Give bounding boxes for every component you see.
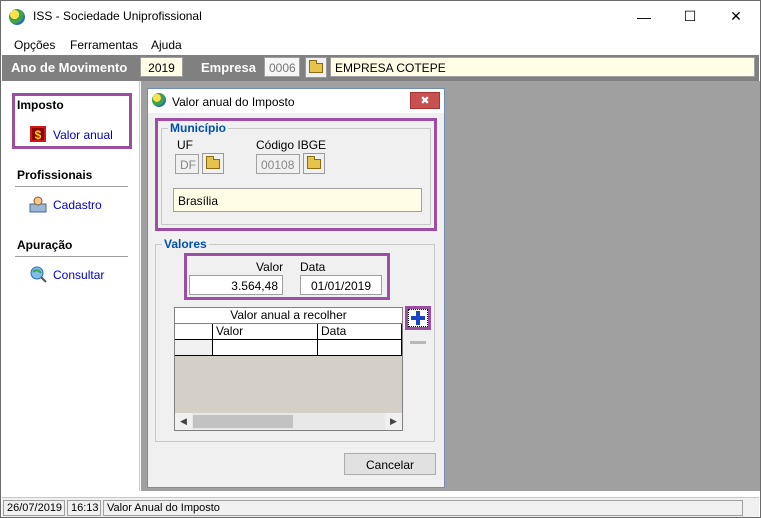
menu-ferramentas[interactable]: Ferramentas (70, 38, 138, 52)
ibge-label: Código IBGE (256, 138, 327, 152)
grid-corner-cell (175, 324, 213, 340)
app-logo-icon (9, 9, 25, 25)
sidebar-item-valor-anual[interactable]: Valor anual (53, 128, 113, 142)
empresa-browse-button[interactable] (305, 57, 327, 78)
money-icon: $ (30, 126, 46, 142)
scroll-right-icon[interactable]: ▶ (385, 413, 402, 430)
grid-column-header-valor[interactable]: Valor (213, 324, 318, 340)
folder-icon (309, 59, 323, 73)
empresa-code-field[interactable]: 0006 (264, 57, 300, 77)
minimize-button[interactable]: — (621, 1, 667, 32)
dialog-close-button[interactable]: ✖ (410, 92, 440, 109)
sidebar: Imposto $ Valor anual Profissionais Cada… (2, 81, 140, 491)
data-label: Data (300, 260, 326, 274)
menu-ajuda[interactable]: Ajuda (151, 38, 182, 52)
sidebar-heading-imposto: Imposto (17, 98, 64, 112)
grid-cell[interactable] (213, 340, 318, 356)
ano-label: Ano de Movimento (11, 60, 128, 75)
empresa-name-field: EMPRESA COTEPE (330, 57, 755, 77)
add-row-button[interactable] (408, 309, 428, 327)
status-date: 26/07/2019 (3, 500, 65, 516)
data-input[interactable]: 01/01/2019 (300, 275, 382, 295)
valores-grid[interactable]: Valor anual a recolher Valor Data ◀ ▶ (174, 307, 403, 431)
app-logo-icon (152, 93, 166, 107)
grid-title: Valor anual a recolher (175, 308, 402, 324)
ano-field[interactable]: 2019 (140, 57, 183, 77)
sidebar-item-consultar[interactable]: Consultar (53, 268, 104, 282)
user-card-icon (29, 196, 47, 213)
valor-anual-dialog: Valor anual do Imposto ✖ Município UF DF… (147, 88, 445, 488)
dialog-title-bar: Valor anual do Imposto ✖ (148, 89, 444, 113)
status-time: 16:13 (67, 500, 101, 516)
sidebar-divider (15, 186, 128, 187)
sidebar-divider (15, 256, 128, 257)
ibge-browse-button[interactable] (303, 153, 325, 174)
sidebar-heading-apuracao: Apuração (17, 238, 73, 252)
scrollbar-thumb[interactable] (193, 415, 293, 428)
ibge-field[interactable]: 00108 (256, 154, 300, 174)
uf-field[interactable]: DF (175, 154, 199, 174)
svg-text:$: $ (35, 128, 42, 142)
valores-group-title: Valores (162, 237, 209, 251)
sidebar-heading-profissionais: Profissionais (17, 168, 93, 182)
menu-opcoes[interactable]: Opções (14, 38, 55, 52)
app-window: ISS - Sociedade Uniprofissional — ☐ ✕ Op… (0, 0, 761, 518)
menu-bar: Opções Ferramentas Ajuda (1, 35, 760, 55)
cidade-field: Brasília (173, 188, 422, 212)
grid-cell[interactable] (318, 340, 402, 356)
scroll-left-icon[interactable]: ◀ (175, 413, 192, 430)
folder-icon (206, 155, 220, 169)
movement-bar: Ano de Movimento 2019 Empresa 0006 EMPRE… (2, 55, 759, 81)
grid-row-header (175, 340, 213, 356)
empresa-label: Empresa (201, 60, 256, 75)
sidebar-item-cadastro[interactable]: Cadastro (53, 198, 102, 212)
window-title: ISS - Sociedade Uniprofissional (33, 9, 202, 23)
maximize-button[interactable]: ☐ (667, 1, 713, 32)
grid-column-header-data[interactable]: Data (318, 324, 402, 340)
valor-label: Valor (256, 260, 284, 274)
status-message: Valor Anual do Imposto (103, 500, 743, 516)
dialog-title: Valor anual do Imposto (172, 95, 295, 109)
uf-browse-button[interactable] (202, 153, 224, 174)
search-globe-icon (30, 266, 47, 283)
close-button[interactable]: ✕ (713, 1, 759, 32)
municipio-group-title: Município (168, 121, 228, 135)
folder-icon (307, 155, 321, 169)
title-bar: ISS - Sociedade Uniprofissional — ☐ ✕ (1, 1, 760, 32)
remove-row-button[interactable] (407, 334, 429, 352)
grid-horizontal-scrollbar[interactable]: ◀ ▶ (175, 413, 402, 430)
uf-label: UF (177, 138, 193, 152)
minus-icon (410, 341, 426, 344)
valor-input[interactable]: 3.564,48 (189, 275, 283, 295)
cancel-button[interactable]: Cancelar (344, 453, 436, 475)
plus-icon (411, 311, 425, 325)
status-bar: 26/07/2019 16:13 Valor Anual do Imposto (2, 497, 759, 517)
